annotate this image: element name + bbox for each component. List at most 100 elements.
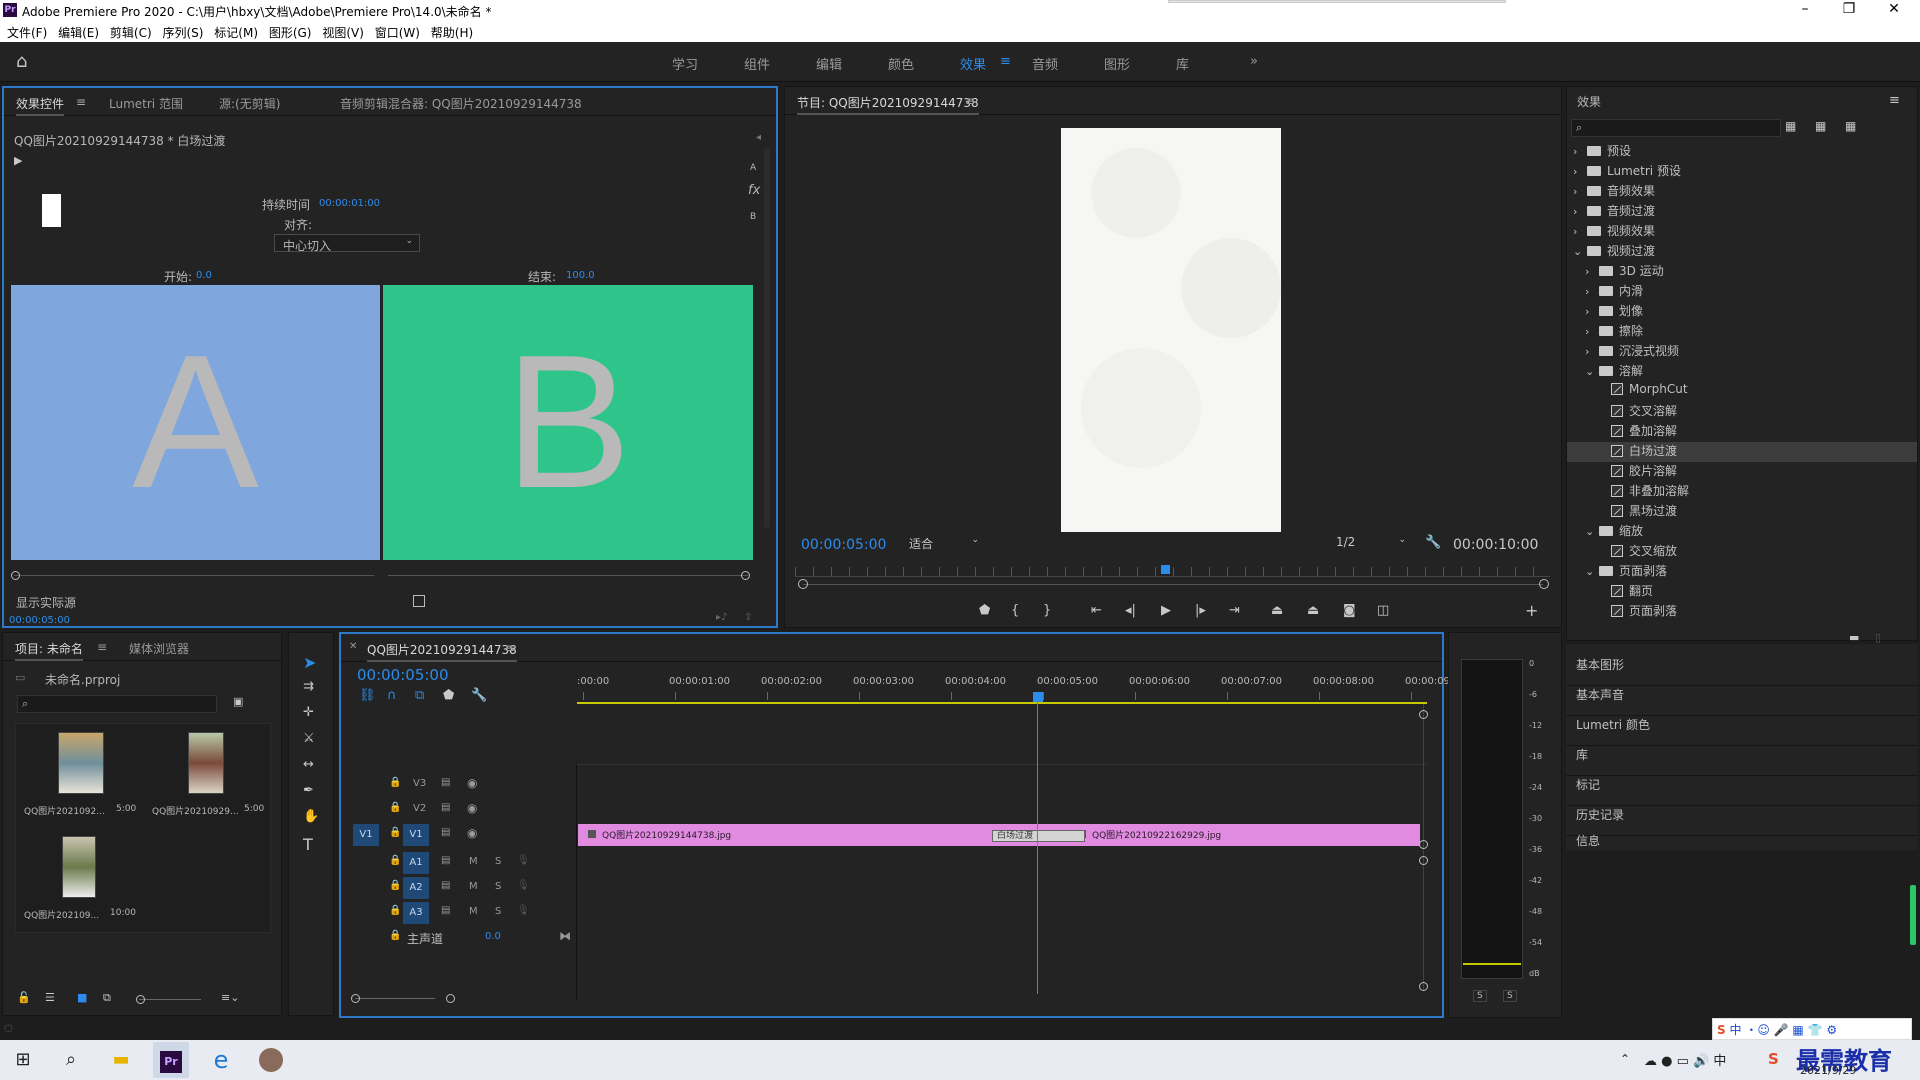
effects-tree-item[interactable]: 叠加溶解 xyxy=(1567,422,1917,442)
effects-tree-item[interactable]: › 内滑 xyxy=(1567,282,1917,302)
mic-icon[interactable]: 🎙 xyxy=(517,880,530,891)
workspace-graphics[interactable]: 图形 xyxy=(1104,54,1130,73)
list-view-icon[interactable]: ☰ xyxy=(45,991,55,1004)
lock-icon[interactable]: 🔒 xyxy=(389,880,401,891)
lock-icon[interactable]: 🔓 xyxy=(17,991,31,1004)
user-avatar[interactable] xyxy=(253,1042,289,1078)
freeform-view-icon[interactable]: ⧉ xyxy=(103,991,111,1005)
mic-icon[interactable]: 🎙 xyxy=(517,905,530,916)
add-marker-icon[interactable]: ⬟ xyxy=(979,603,990,618)
lock-icon[interactable]: 🔒 xyxy=(389,827,401,838)
scroll-handle[interactable] xyxy=(1419,840,1428,849)
find-bin-icon[interactable]: ▣ xyxy=(233,695,243,708)
show-actual-source-checkbox[interactable] xyxy=(413,595,425,607)
effects-menu-icon[interactable]: ≡ xyxy=(1889,93,1900,108)
workspace-menu-icon[interactable]: ≡ xyxy=(1000,54,1011,69)
pen-tool-icon[interactable]: ✒ xyxy=(303,783,314,798)
menu-markers[interactable]: 标记(M) xyxy=(214,24,258,41)
track-label[interactable]: A2 xyxy=(403,877,429,899)
section-libraries[interactable]: 库 xyxy=(1566,746,1918,776)
zoom-handle-left[interactable] xyxy=(798,579,808,589)
start-icon[interactable]: ⊞ xyxy=(5,1042,41,1078)
effects-tree-item[interactable]: ⌄ 缩放 xyxy=(1567,522,1917,542)
tab-project[interactable]: 项目: 未命名 xyxy=(15,640,83,661)
project-menu-icon[interactable]: ≡ xyxy=(97,640,107,654)
end-slider-handle[interactable] xyxy=(741,571,750,580)
maximize-button[interactable]: ❐ xyxy=(1829,1,1869,17)
lock-icon[interactable]: 🔒 xyxy=(389,930,401,941)
effects-tree-item[interactable]: 胶片溶解 xyxy=(1567,462,1917,482)
effects-search-input[interactable]: ⌕ xyxy=(1571,119,1781,137)
search-icon[interactable]: ⌕ xyxy=(53,1042,89,1078)
thumbnail[interactable] xyxy=(58,732,104,794)
video-clip-1[interactable]: QQ图片20210929144738.jpg xyxy=(578,824,998,846)
menu-file[interactable]: 文件(F) xyxy=(7,24,47,41)
align-dropdown[interactable]: 中心切入 ⌄ xyxy=(274,234,420,253)
menu-graphics[interactable]: 图形(G) xyxy=(269,24,312,41)
effects-tree-item[interactable]: › 划像 xyxy=(1567,302,1917,322)
icon-view-icon[interactable]: ■ xyxy=(77,991,87,1004)
step-forward-icon[interactable]: |▸ xyxy=(1195,603,1206,618)
master-value[interactable]: 0.0 xyxy=(485,931,501,942)
hand-tool-icon[interactable]: ✋ xyxy=(303,809,319,824)
chevron-right-icon[interactable]: › xyxy=(1573,205,1587,218)
32bit-effects-icon[interactable]: ▦ xyxy=(1815,119,1826,133)
section-lumetri-color[interactable]: Lumetri 颜色 xyxy=(1566,716,1918,746)
thumbnail[interactable] xyxy=(62,836,96,898)
program-title[interactable]: 节目: QQ图片20210929144738 xyxy=(797,94,979,115)
tab-lumetri-scopes[interactable]: Lumetri 范围 xyxy=(109,95,183,112)
premiere-task-icon[interactable]: Pr xyxy=(153,1042,189,1078)
step-back-icon[interactable]: ◂| xyxy=(1125,603,1136,618)
scroll-handle[interactable] xyxy=(1419,856,1428,865)
ripple-edit-tool-icon[interactable]: ✛ xyxy=(303,705,314,720)
tab-source[interactable]: 源:(无剪辑) xyxy=(219,95,280,112)
program-ruler[interactable] xyxy=(795,567,1550,577)
solo-button[interactable]: S xyxy=(495,906,501,917)
menu-clip[interactable]: 剪辑(C) xyxy=(110,24,152,41)
tray-icons[interactable]: ☁ ● ▭ 🔊 中 xyxy=(1644,1050,1726,1069)
scroll-handle[interactable] xyxy=(1419,710,1428,719)
chevron-right-icon[interactable]: › xyxy=(1585,285,1599,298)
effect-controls-timecode[interactable]: 00:00:05:00 xyxy=(9,615,70,626)
chevron-right-icon[interactable]: › xyxy=(1573,145,1587,158)
chevron-down-icon[interactable]: ⌄ xyxy=(1585,525,1599,538)
chevron-right-icon[interactable]: › xyxy=(1585,325,1599,338)
type-tool-icon[interactable]: T xyxy=(303,835,313,854)
track-select-tool-icon[interactable]: ⇉ xyxy=(303,679,314,694)
tab-media-browser[interactable]: 媒体浏览器 xyxy=(129,640,189,657)
filter-icon[interactable]: ▸♪ xyxy=(716,612,727,623)
end-value[interactable]: 100.0 xyxy=(566,270,595,281)
export-icon[interactable]: ⇪ xyxy=(744,612,752,623)
nest-icon[interactable]: ⛓ xyxy=(359,688,376,703)
close-sequence-icon[interactable]: ✕ xyxy=(349,641,357,652)
menu-window[interactable]: 窗口(W) xyxy=(375,24,420,41)
add-button-icon[interactable]: + xyxy=(1525,601,1538,620)
lock-icon[interactable]: 🔒 xyxy=(389,802,401,813)
effects-tree-item[interactable]: ⌄ 页面剥落 xyxy=(1567,562,1917,582)
workspace-audio[interactable]: 音频 xyxy=(1032,54,1058,73)
close-button[interactable]: ✕ xyxy=(1874,1,1914,17)
program-menu-icon[interactable]: ≡ xyxy=(965,94,975,108)
edge-icon[interactable]: e xyxy=(203,1042,239,1078)
compare-view-icon[interactable]: ◫ xyxy=(1377,603,1389,618)
fit-dropdown[interactable]: 适合 ⌄ xyxy=(903,534,983,552)
tray-up-icon[interactable]: ⌃ xyxy=(1620,1052,1630,1066)
horizontal-zoom-bar[interactable] xyxy=(355,998,435,999)
sequence-tab[interactable]: QQ图片20210929144738 xyxy=(367,641,517,662)
section-essential-graphics[interactable]: 基本图形 xyxy=(1566,656,1918,686)
program-playhead[interactable] xyxy=(1161,565,1170,574)
chevron-right-icon[interactable]: › xyxy=(1573,185,1587,198)
start-slider[interactable] xyxy=(14,575,374,576)
effects-tree-item[interactable]: 白场过渡 xyxy=(1567,442,1917,462)
solo-button[interactable]: S xyxy=(495,856,501,867)
track-label[interactable]: A1 xyxy=(403,852,429,874)
sync-lock-icon[interactable]: ▤ xyxy=(441,827,450,838)
zoom-handle-right[interactable] xyxy=(446,994,455,1003)
track-label[interactable]: V1 xyxy=(403,824,429,846)
chevron-right-icon[interactable]: › xyxy=(1585,345,1599,358)
chevron-down-icon[interactable]: ⌄ xyxy=(1585,365,1599,378)
timeline-settings-icon[interactable]: 🔧 xyxy=(471,688,487,703)
duration-value[interactable]: 00:00:01:00 xyxy=(319,198,380,209)
lift-icon[interactable]: ⏏ xyxy=(1271,603,1283,618)
eye-icon[interactable]: ◉ xyxy=(467,801,477,815)
